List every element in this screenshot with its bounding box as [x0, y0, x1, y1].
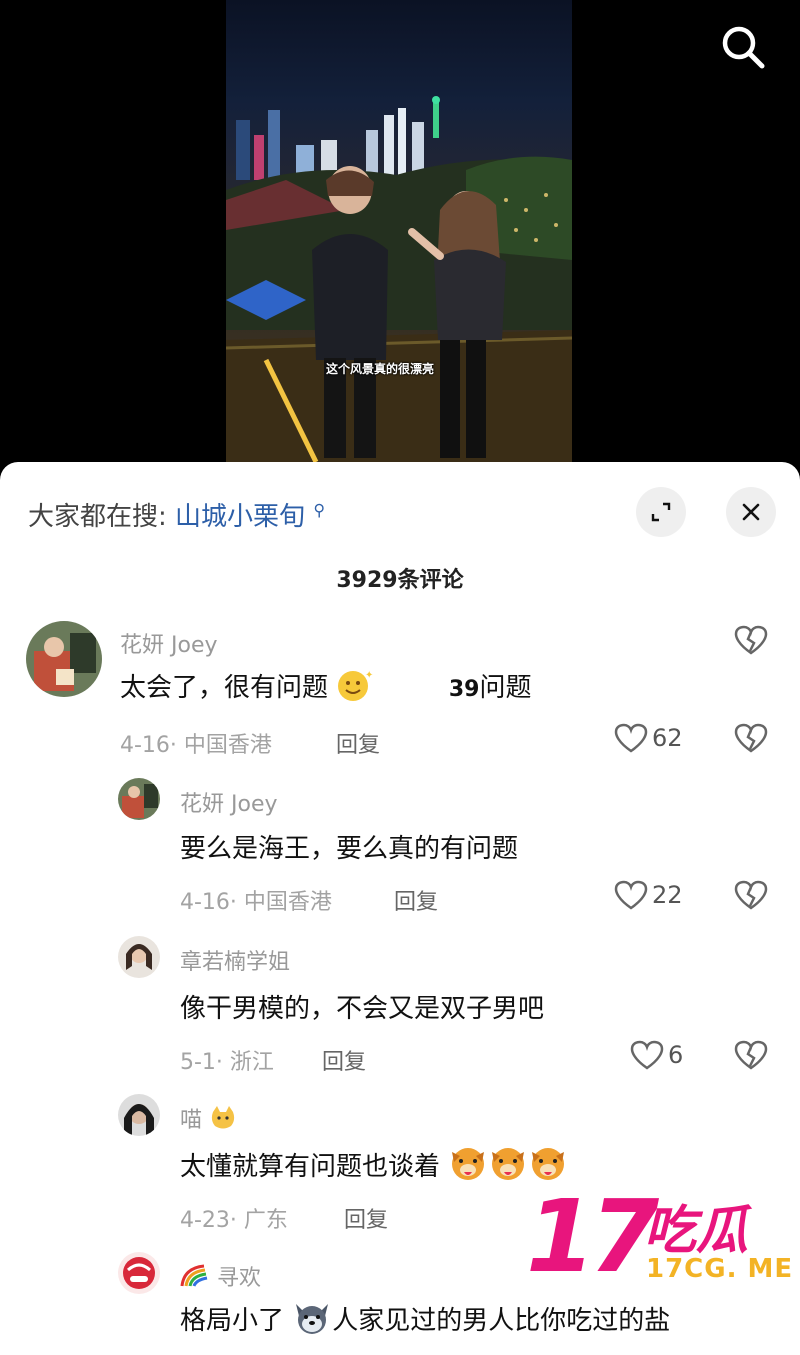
trending-prefix: 大家都在搜: [28, 502, 167, 532]
comment-text: 格局小了 人家见过的男人比你吃过的盐 [180, 1300, 670, 1343]
dislike-button[interactable] [734, 880, 768, 914]
avatar[interactable] [26, 621, 102, 697]
watermark-number: 17 [526, 1178, 659, 1295]
comment-text: 太懂就算有问题也谈着 [180, 1146, 568, 1189]
reply-button[interactable]: 回复 [336, 727, 380, 759]
reply-button[interactable]: 回复 [322, 1044, 366, 1076]
comment-date-location: 5-1· 浙江 [180, 1050, 274, 1075]
video-subtitle: 这个风景真的很漂亮 [326, 362, 435, 376]
comment-username[interactable]: 花妍 Joey [120, 627, 218, 659]
husky-emoji-icon [292, 1300, 332, 1343]
broken-heart-icon [734, 1040, 768, 1070]
like-count: 62 [652, 724, 683, 752]
like-count: 6 [668, 1041, 684, 1069]
watermark-chinese: 吃瓜 [644, 1201, 749, 1261]
dog-emoji-icon [488, 1146, 528, 1189]
smile-emoji-icon: ✦ [336, 668, 374, 709]
video-frame[interactable] [226, 0, 572, 462]
comment-date-location: 4-16· 中国香港 [180, 890, 332, 915]
comment-username[interactable]: 喵 [180, 1102, 237, 1136]
broken-heart-icon [734, 625, 768, 655]
cat-emoji-icon [209, 1106, 237, 1136]
heart-icon [614, 723, 648, 753]
comment-date-location: 4-23· 广东 [180, 1208, 288, 1233]
dislike-button[interactable] [734, 1040, 768, 1074]
avatar[interactable] [118, 936, 160, 978]
site-watermark-logo: 17 吃瓜 17CG. ME [526, 1178, 796, 1295]
comment-date-location: 4-16· 中国香港 [120, 733, 272, 758]
expand-icon [651, 502, 671, 522]
search-icon: ⚲ [313, 500, 326, 520]
broken-heart-icon [734, 723, 768, 753]
reply-item: 章若楠学姐 像干男模的，不会又是双子男吧 5-1· 浙江 回复 6 [0, 934, 800, 1084]
search-icon[interactable] [716, 20, 770, 74]
watermark-url: 17CG. ME [646, 1254, 794, 1284]
close-button[interactable] [726, 487, 776, 537]
comment-text: 太会了，很有问题 ✦ 39问题 [120, 667, 531, 709]
search-button[interactable] [716, 20, 770, 74]
trending-keyword-link[interactable]: 山城小栗旬 [175, 502, 305, 532]
dislike-button[interactable] [734, 723, 768, 757]
comment-count-title: 3929条评论 [336, 568, 464, 593]
dog-emoji-icon [448, 1146, 488, 1189]
comment-username[interactable]: 寻欢 [180, 1260, 261, 1294]
rainbow-icon [180, 1264, 210, 1294]
reply-button[interactable]: 回复 [344, 1202, 388, 1234]
close-icon [742, 503, 760, 521]
trending-search: 大家都在搜: 山城小栗旬 ⚲ [28, 496, 325, 533]
comment-username[interactable]: 章若楠学姐 [180, 944, 290, 976]
avatar[interactable] [118, 778, 160, 820]
comment-username[interactable]: 花妍 Joey [180, 786, 278, 818]
expand-button[interactable] [636, 487, 686, 537]
avatar[interactable] [118, 1252, 160, 1294]
video-scene-image [226, 96, 572, 462]
reply-button[interactable]: 回复 [394, 884, 438, 916]
video-player[interactable]: 这个风景真的很漂亮 [0, 0, 800, 470]
dislike-button[interactable] [734, 625, 768, 659]
like-button[interactable]: 62 [614, 723, 683, 753]
reply-item: 花妍 Joey 要么是海王，要么真的有问题 4-16· 中国香港 回复 22 [0, 774, 800, 924]
avatar[interactable] [118, 1094, 160, 1136]
comment-text: 像干男模的，不会又是双子男吧 [180, 994, 545, 1024]
svg-text:✦: ✦ [365, 670, 373, 681]
like-count: 22 [652, 881, 683, 909]
heart-icon [630, 1040, 664, 1070]
broken-heart-icon [734, 880, 768, 910]
heart-icon [614, 880, 648, 910]
comment-text: 要么是海王，要么真的有问题 [180, 834, 519, 864]
like-button[interactable]: 6 [630, 1040, 683, 1070]
comment-item: 花妍 Joey 太会了，很有问题 ✦ 39问题 4-16· 中国香港 回复 62 [0, 617, 800, 767]
like-button[interactable]: 22 [614, 880, 683, 910]
